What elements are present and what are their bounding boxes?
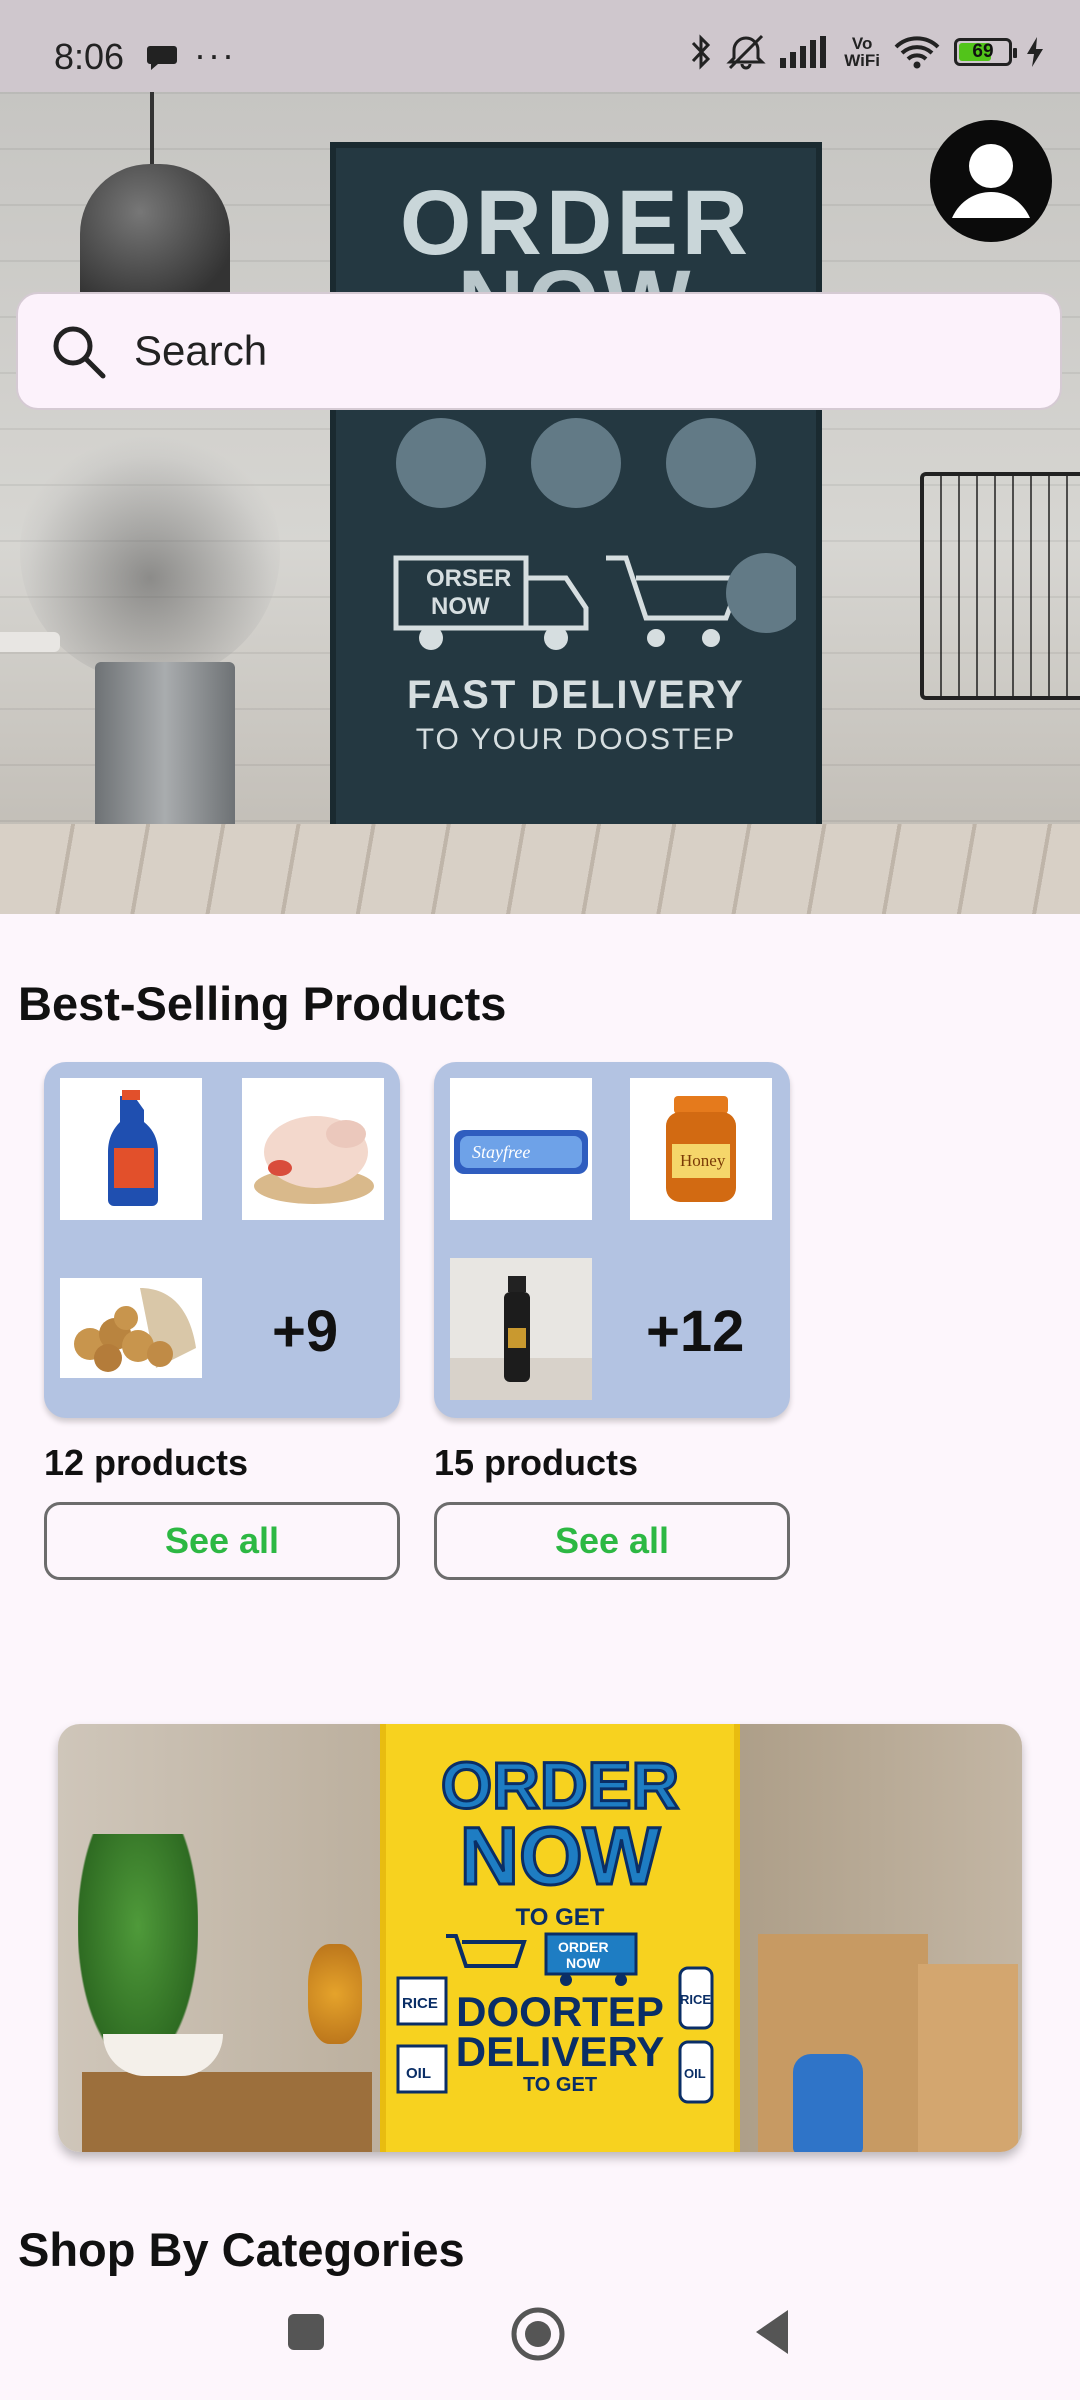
sanitary-pads-thumb: Stayfree [450, 1078, 592, 1220]
detergent-bottle [793, 2054, 863, 2152]
search-input[interactable] [132, 326, 936, 376]
product-card[interactable]: +9 12 products See all [44, 1062, 400, 1580]
wifi-icon [894, 35, 940, 69]
product-thumb-grid[interactable]: Stayfree Honey +12 [434, 1062, 790, 1418]
house-icon [666, 418, 756, 508]
status-time: 8:06 [54, 36, 125, 77]
recent-apps-button[interactable] [286, 2312, 326, 2352]
home-button[interactable] [510, 2306, 566, 2362]
see-all-button[interactable]: See all [44, 1502, 400, 1580]
system-nav-bar [0, 2278, 1080, 2400]
board-tagline-1: FAST DELIVERY [407, 673, 745, 717]
charging-icon [1026, 37, 1044, 67]
toilet-cleaner-thumb [60, 1078, 202, 1220]
board-tagline-2: TO YOUR DOOSTEP [415, 723, 737, 756]
back-button[interactable] [752, 2308, 792, 2356]
product-thumb-grid[interactable]: +9 [44, 1062, 400, 1418]
hero-banner: ORDER NOW ORSER NOW FAST DELIVERY TO YOU… [0, 92, 1080, 914]
search-icon[interactable] [48, 321, 108, 381]
detergent-icon [396, 418, 486, 508]
more-count: +9 [272, 1299, 339, 1364]
more-dots-icon: ··· [194, 34, 236, 75]
rice-label-2: RICE [680, 1992, 711, 2007]
honey-label: Honey [680, 1151, 726, 1170]
poster-line-2: NOW [458, 1811, 661, 1902]
plant [78, 1834, 198, 2064]
grocery-bag-2 [918, 1964, 1018, 2152]
product-count: 12 products [44, 1442, 249, 1483]
potatoes-thumb [60, 1278, 202, 1378]
stool [0, 632, 60, 652]
profile-avatar-button[interactable] [930, 120, 1052, 242]
mute-icon [726, 34, 766, 70]
poster-truck-icon: ORDER NOW [446, 1932, 638, 1986]
person-icon [952, 144, 1030, 218]
shop-by-categories-title: Shop By Categories [18, 2223, 465, 2276]
rice-box-icon: RICE OIL [396, 1976, 448, 2094]
poster-truck-label-1: ORDER [558, 1939, 609, 1955]
pineapple [308, 1944, 362, 2044]
sunscreen-thumb [450, 1258, 592, 1400]
oil-label-1: OIL [406, 2065, 431, 2082]
search-bar[interactable] [16, 292, 1062, 410]
board-icons [396, 418, 756, 508]
best-selling-title: Best-Selling Products [18, 977, 507, 1030]
wooden-table [82, 2072, 372, 2152]
battery-level: 69 [972, 41, 994, 62]
product-count: 15 products [434, 1442, 639, 1483]
poster-line-1: ORDER [439, 1748, 680, 1822]
order-now-poster: ORDER NOW TO GET ORDER NOW DOORTEP DELIVE… [380, 1724, 740, 2152]
see-all-button[interactable]: See all [434, 1502, 790, 1580]
lamp-cord [150, 92, 154, 172]
button-icon [531, 418, 621, 508]
rice-label-1: RICE [402, 1995, 438, 2012]
status-icons: Vo WiFi 69 [690, 34, 1044, 70]
order-now-board: ORDER NOW ORSER NOW FAST DELIVERY TO YOU… [330, 142, 822, 854]
truck-cart-icon: ORSER NOW [356, 548, 806, 663]
product-card[interactable]: Stayfree Honey +12 15 products See all [434, 1062, 790, 1580]
chicken-thumb [242, 1078, 384, 1220]
battery-icon: 69 [954, 38, 1017, 66]
rice-bowl [103, 2034, 223, 2076]
chat-bubble-icon [146, 44, 178, 77]
shopping-cart-prop [920, 472, 1080, 700]
poster-truck-label-2: NOW [566, 1955, 601, 1971]
wooden-floor [0, 824, 1080, 914]
oil-label-2: OIL [684, 2066, 706, 2081]
vowifi-label: Vo WiFi [844, 34, 880, 70]
truck-label-2: NOW [431, 593, 490, 620]
more-count: +12 [646, 1299, 745, 1364]
signal-icon [780, 36, 830, 68]
truck-label-1: ORSER [426, 565, 511, 592]
honey-jar-thumb: Honey [630, 1078, 772, 1220]
oil-bottle-icon: RICE OIL [678, 1966, 714, 2104]
bluetooth-icon [690, 34, 712, 70]
promo-banner[interactable]: ORDER NOW TO GET ORDER NOW DOORTEP DELIVE… [58, 1724, 1022, 2152]
status-bar: 8:06 ··· Vo WiFi 69 [0, 0, 1080, 92]
svg-text:Stayfree: Stayfree [472, 1142, 530, 1162]
